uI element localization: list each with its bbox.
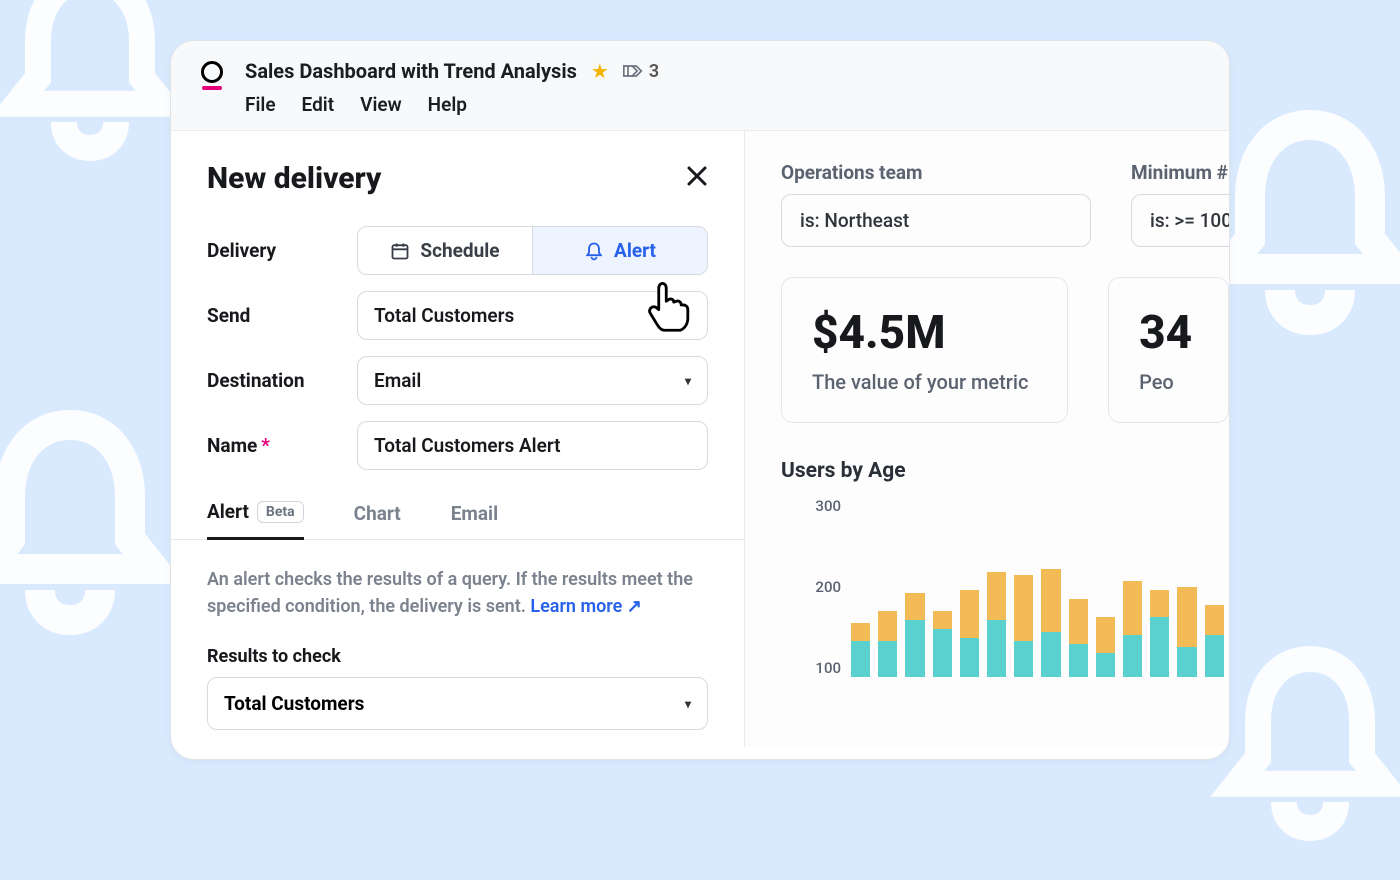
delivery-mode-toggle: Schedule Alert [357, 226, 708, 275]
close-icon [686, 165, 708, 187]
label-name: Name* [207, 434, 357, 457]
delivery-dialog: New delivery Delivery Schedule Alert [171, 131, 745, 747]
menu-help[interactable]: Help [428, 93, 467, 116]
label-delivery: Delivery [207, 239, 357, 262]
subtab-chart[interactable]: Chart [354, 500, 401, 540]
results-select[interactable]: Total Customers ▾ [207, 677, 708, 730]
star-icon[interactable]: ★ [591, 59, 609, 83]
tag-count-value: 3 [649, 61, 659, 82]
learn-more-link[interactable]: Learn more ↗ [530, 596, 641, 617]
send-select[interactable]: Total Customers [357, 291, 708, 340]
name-value: Total Customers Alert [374, 434, 561, 457]
destination-value: Email [374, 369, 421, 392]
chart-bar [878, 611, 897, 677]
chart-bar [1150, 590, 1169, 677]
send-value: Total Customers [374, 304, 514, 327]
filter-operations-label: Operations team [781, 161, 1091, 184]
schedule-tab-label: Schedule [420, 239, 499, 262]
chart-bar [960, 590, 979, 677]
dashboard-canvas: Operations team is: Northeast Minimum # … [745, 131, 1229, 747]
chart-title: Users by Age [781, 459, 1229, 483]
filter-minimum-label: Minimum # [1131, 161, 1229, 184]
metric-subtitle: The value of your metric [812, 370, 1037, 394]
beta-badge: Beta [257, 501, 304, 523]
chart-bar [1205, 605, 1224, 677]
metric-subtitle: Peo [1139, 370, 1198, 394]
chart-bar [1177, 587, 1196, 677]
chevron-down-icon: ▾ [685, 374, 691, 388]
close-button[interactable] [686, 164, 708, 194]
bell-icon [584, 241, 604, 261]
subtab-alert-label: Alert [207, 500, 249, 523]
subtab-alert[interactable]: Alert Beta [207, 500, 304, 540]
metric-value: 34 [1139, 306, 1198, 360]
app-logo-icon [201, 61, 223, 83]
calendar-icon [390, 241, 410, 261]
name-input[interactable]: Total Customers Alert [357, 421, 708, 470]
destination-select[interactable]: Email ▾ [357, 356, 708, 405]
chart-y-axis: 300 200 100 [781, 497, 841, 677]
results-label: Results to check [207, 646, 708, 667]
metric-value: $4.5M [812, 306, 1037, 360]
chart-bar [987, 572, 1006, 677]
subtab-email[interactable]: Email [451, 500, 498, 540]
menu-file[interactable]: File [245, 93, 276, 116]
tag-count[interactable]: 3 [623, 61, 659, 82]
document-title[interactable]: Sales Dashboard with Trend Analysis [245, 59, 577, 83]
topbar: Sales Dashboard with Trend Analysis ★ 3 … [171, 41, 1229, 131]
alert-tab[interactable]: Alert [532, 227, 707, 274]
chart-users-by-age[interactable]: Users by Age 300 200 100 [781, 459, 1229, 677]
chart-bar [1123, 581, 1142, 677]
chart-plot-area [851, 497, 1229, 677]
results-value: Total Customers [224, 692, 364, 715]
filter-minimum-value[interactable]: is: >= 100 [1131, 194, 1229, 247]
chevron-down-icon: ▾ [685, 697, 691, 711]
label-destination: Destination [207, 369, 357, 392]
chart-bar [1041, 569, 1060, 677]
metric-card-1[interactable]: $4.5M The value of your metric [781, 277, 1068, 423]
label-send: Send [207, 304, 357, 327]
filter-operations-value[interactable]: is: Northeast [781, 194, 1091, 247]
chart-bar [905, 593, 924, 677]
chart-bar [1014, 575, 1033, 677]
app-window: Sales Dashboard with Trend Analysis ★ 3 … [170, 40, 1230, 760]
dialog-title: New delivery [207, 161, 381, 196]
menu-edit[interactable]: Edit [302, 93, 335, 116]
metric-card-2[interactable]: 34 Peo [1108, 277, 1229, 423]
menu-bar: File Edit View Help [245, 93, 659, 116]
tags-icon [623, 64, 643, 78]
subtabs: Alert Beta Chart Email [171, 500, 744, 540]
chart-bar [1096, 617, 1115, 677]
menu-view[interactable]: View [360, 93, 402, 116]
chart-bar [933, 611, 952, 677]
alert-tab-label: Alert [614, 239, 656, 262]
schedule-tab[interactable]: Schedule [358, 227, 532, 274]
chart-bar [1069, 599, 1088, 677]
chart-bar [851, 623, 870, 677]
alert-description: An alert checks the results of a query. … [207, 566, 708, 620]
